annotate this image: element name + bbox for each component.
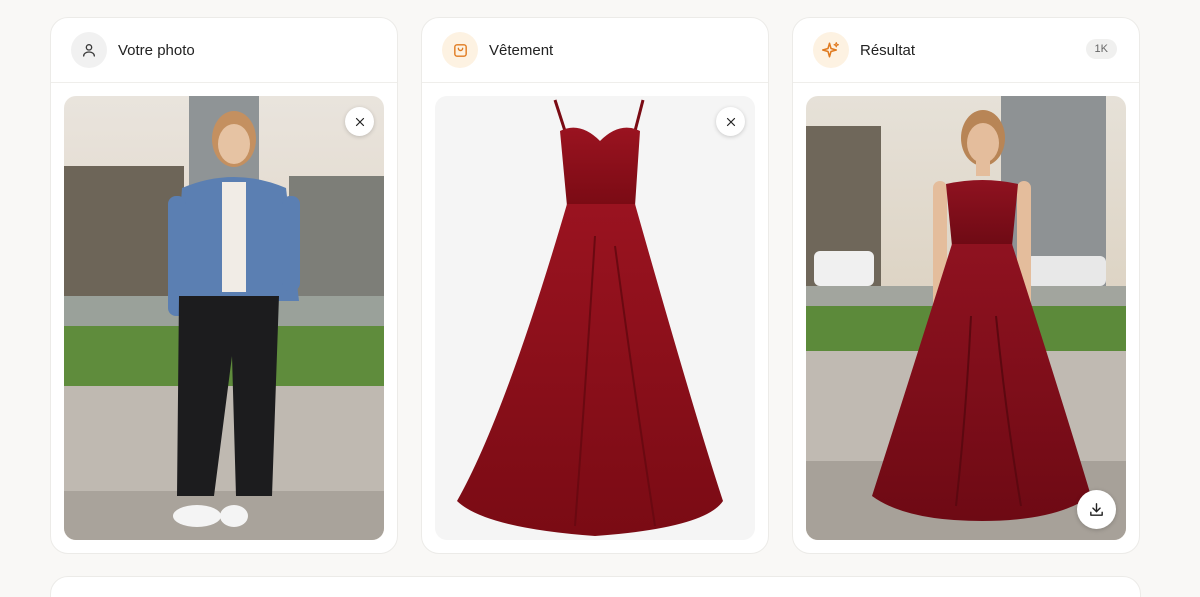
user-photo-card: Votre photo <box>50 17 398 554</box>
garment-header: Vêtement <box>422 18 768 83</box>
result-header: Résultat 1K <box>793 18 1139 83</box>
result-image <box>806 96 1126 540</box>
close-icon <box>355 117 364 126</box>
close-icon <box>726 117 735 126</box>
user-icon <box>71 32 107 68</box>
user-photo-image <box>64 96 384 540</box>
resolution-badge: 1K <box>1085 39 1117 59</box>
result-title: Résultat <box>860 41 916 59</box>
result-card: Résultat 1K <box>792 17 1140 554</box>
remove-photo-button[interactable] <box>345 107 374 136</box>
garment-card: Vêtement <box>421 17 769 554</box>
download-icon <box>1090 503 1103 516</box>
remove-garment-button[interactable] <box>716 107 745 136</box>
bottom-panel <box>50 576 1141 597</box>
garment-illustration <box>457 99 723 536</box>
garment-image <box>435 96 755 540</box>
garment-title: Vêtement <box>489 41 554 59</box>
sparkles-icon <box>813 32 849 68</box>
user-photo-header: Votre photo <box>51 18 397 83</box>
result-illustration <box>806 96 1126 540</box>
shopping-bag-icon <box>442 32 478 68</box>
user-photo-title: Votre photo <box>118 41 195 59</box>
download-button[interactable] <box>1077 490 1116 529</box>
user-photo-illustration <box>64 96 384 540</box>
